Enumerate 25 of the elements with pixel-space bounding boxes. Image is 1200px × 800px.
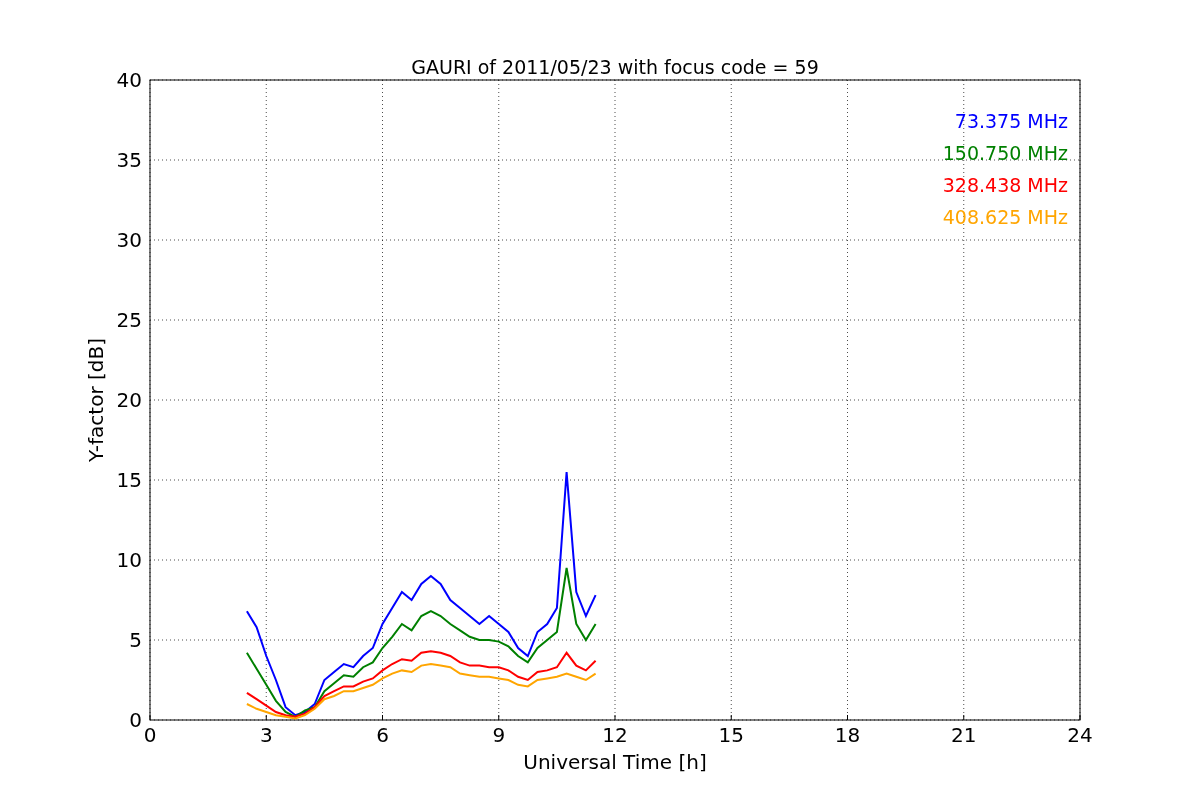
y-tick-label: 15 xyxy=(116,468,142,492)
y-tick-label: 25 xyxy=(116,308,142,332)
y-tick-label: 30 xyxy=(116,228,142,252)
x-tick-label: 0 xyxy=(143,723,157,747)
legend-label: 150.750 MHz xyxy=(942,142,1068,164)
y-tick-label: 0 xyxy=(129,708,142,732)
legend-label: 73.375 MHz xyxy=(954,110,1068,132)
x-tick-label: 18 xyxy=(834,723,861,747)
legend-label: 408.625 MHz xyxy=(942,206,1068,228)
y-tick-label: 35 xyxy=(116,148,142,172)
x-tick-label: 15 xyxy=(718,723,744,747)
x-tick-label: 21 xyxy=(951,723,977,747)
chart-title: GAURI of 2011/05/23 with focus code = 59 xyxy=(411,56,819,78)
x-tick-label: 3 xyxy=(259,723,273,747)
x-tick-label: 24 xyxy=(1067,723,1093,747)
y-tick-label: 40 xyxy=(116,68,142,92)
x-tick-label: 6 xyxy=(376,723,389,747)
legend-label: 328.438 MHz xyxy=(942,174,1068,196)
y-axis-label: Y-factor [dB] xyxy=(84,338,108,462)
x-tick-label: 12 xyxy=(602,723,628,747)
y-tick-label: 20 xyxy=(116,388,142,412)
x-tick-label: 9 xyxy=(492,723,506,747)
x-axis-label: Universal Time [h] xyxy=(523,750,707,774)
y-tick-label: 10 xyxy=(116,548,142,572)
y-tick-label: 5 xyxy=(129,628,142,652)
